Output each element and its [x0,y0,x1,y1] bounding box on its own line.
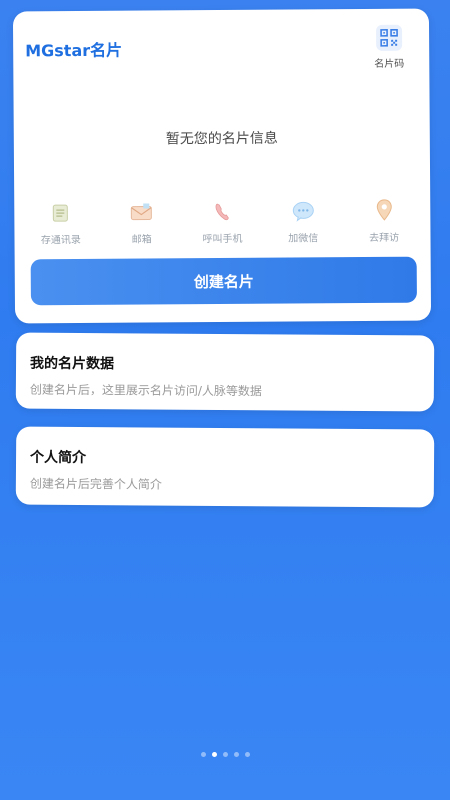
action-label: 加微信 [288,233,319,245]
action-label: 呼叫手机 [202,233,243,246]
intro-subtitle: 创建名片后完善个人简介 [29,476,162,492]
page-dot[interactable] [200,752,206,757]
action-add-wechat[interactable]: 加微信 [271,199,335,245]
action-label: 去拜访 [369,232,400,244]
location-pin-icon [372,199,396,223]
personal-intro-panel[interactable]: 个人简介 创建名片后完善个人简介 [15,426,435,508]
wechat-icon [291,199,315,223]
page-dot[interactable] [244,752,250,757]
my-card-data-panel[interactable]: 我的名片数据 创建名片后，这里展示名片访问/人脉等数据 [15,332,435,412]
qr-code-icon [376,24,403,51]
phone-icon [210,200,234,224]
action-label: 存通讯录 [40,234,81,247]
page-indicator [0,752,450,757]
action-save-contacts[interactable]: 存通讯录 [29,201,93,246]
qr-code-button[interactable]: 名片码 [369,24,409,70]
page-dot[interactable] [222,752,228,757]
quick-actions: 存通讯录 邮箱 呼叫手机 加微信 去拜访 [14,199,430,252]
action-email[interactable]: 邮箱 [109,200,173,246]
action-call-phone[interactable]: 呼叫手机 [190,200,254,245]
action-visit[interactable]: 去拜访 [352,199,416,244]
business-card-panel: MGstar名片 名片码 暂无您的名片信息 存通讯录 邮箱 呼叫手机 加微信 去… [12,8,432,324]
card-data-subtitle: 创建名片后，这里展示名片访问/人脉等数据 [29,382,262,399]
mail-icon [129,200,153,224]
intro-title: 个人简介 [30,449,87,467]
contacts-icon [49,201,73,225]
qr-code-label: 名片码 [374,58,405,70]
page-dot[interactable] [233,752,239,757]
page-dot[interactable] [211,752,217,757]
card-data-title: 我的名片数据 [29,355,115,373]
action-label: 邮箱 [131,234,152,246]
create-card-button[interactable]: 创建名片 [30,256,417,306]
app-title: MGstar名片 [25,40,123,61]
empty-state-text: 暂无您的名片信息 [165,130,278,148]
